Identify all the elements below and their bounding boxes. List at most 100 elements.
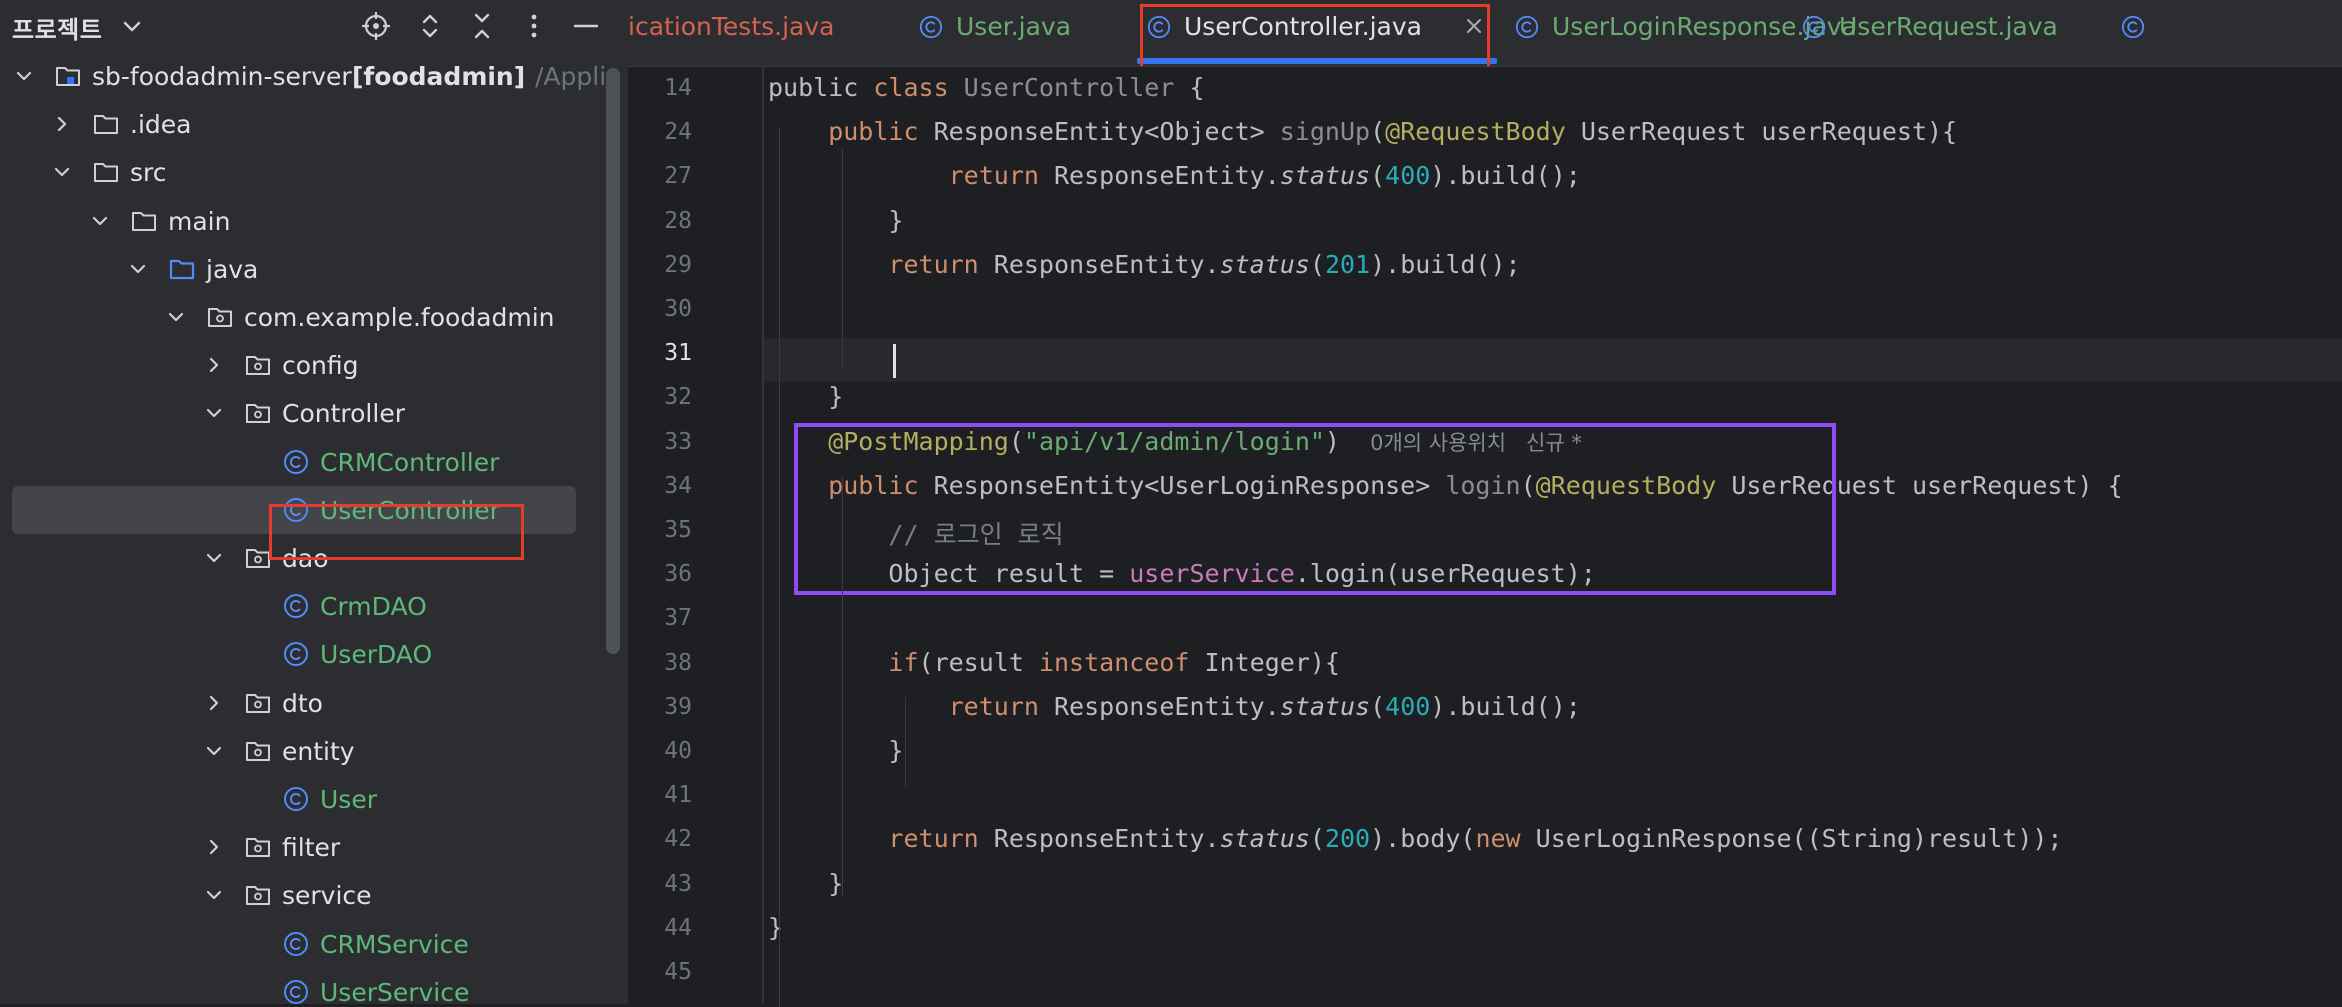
code-token: ResponseEntity<Object> bbox=[933, 117, 1280, 147]
tree-item-crmdao[interactable]: CrmDAO bbox=[12, 582, 576, 630]
tree-item-label: config bbox=[282, 351, 359, 381]
code-line-14[interactable]: public class UserController { bbox=[768, 73, 1205, 102]
tree-item-label: dto bbox=[282, 688, 323, 718]
tree-item-crmcontroller[interactable]: CRMController bbox=[12, 438, 576, 486]
tree-item-label: sb-foodadmin-server bbox=[92, 62, 352, 91]
indent-guide bbox=[842, 477, 843, 897]
class-icon bbox=[282, 930, 310, 958]
tree-item-filter[interactable]: filter bbox=[12, 823, 576, 871]
chevron-right-icon[interactable] bbox=[204, 693, 224, 713]
code-token: ResponseEntity. bbox=[1053, 691, 1280, 721]
folder-icon bbox=[92, 110, 120, 138]
chevron-down-icon[interactable] bbox=[204, 548, 224, 568]
code-token: return bbox=[768, 249, 994, 279]
chevron-down-icon[interactable] bbox=[90, 211, 110, 231]
highlight-box-usercontroller bbox=[269, 504, 524, 560]
line-number: 35 bbox=[664, 517, 692, 543]
chevron-down-icon[interactable] bbox=[204, 885, 224, 905]
chevron-down-icon[interactable] bbox=[128, 259, 148, 279]
project-header: 프로젝트 bbox=[0, 0, 628, 52]
tree-item-sb-foodadmin-server[interactable]: sb-foodadmin-server [foodadmin]/Applic bbox=[12, 52, 620, 100]
project-tool-window: 프로젝트 sb-foodadmin-server [foodadmin]/App… bbox=[0, 0, 628, 1004]
package-icon bbox=[244, 544, 272, 572]
code-line-27[interactable]: return ResponseEntity.status(400).build(… bbox=[768, 161, 1581, 190]
tree-scrollbar[interactable] bbox=[606, 68, 620, 654]
locate-crosshair-icon[interactable] bbox=[360, 10, 392, 42]
package-icon bbox=[244, 737, 272, 765]
code-token: ResponseEntity. bbox=[993, 824, 1220, 854]
highlight-box-login-method bbox=[794, 423, 1836, 595]
code-token: public bbox=[768, 73, 874, 102]
line-number: 34 bbox=[664, 472, 692, 499]
tree-item-user[interactable]: User bbox=[12, 775, 576, 823]
module-name-suffix: [foodadmin] bbox=[352, 62, 526, 91]
code-token: UserRequest userRequest){ bbox=[1565, 117, 1958, 147]
chevron-down-icon[interactable] bbox=[204, 403, 224, 423]
code-token: } bbox=[768, 912, 784, 942]
tree-item-label: com.example.foodadmin bbox=[244, 303, 555, 332]
package-icon bbox=[206, 303, 234, 331]
chevron-right-icon[interactable] bbox=[204, 355, 224, 375]
code-line-28[interactable]: } bbox=[768, 206, 903, 235]
tree-item-crmservice[interactable]: CRMService bbox=[12, 920, 576, 968]
tree-item-service[interactable]: service bbox=[12, 871, 576, 919]
code-token: return bbox=[768, 691, 1054, 721]
code-token: ResponseEntity. bbox=[993, 249, 1220, 279]
chevron-down-icon[interactable] bbox=[166, 307, 186, 327]
tree-item-dto[interactable]: dto bbox=[12, 679, 576, 727]
class-icon bbox=[282, 448, 310, 476]
chevron-right-icon[interactable] bbox=[52, 114, 72, 134]
chevron-down-icon[interactable] bbox=[52, 162, 72, 182]
chevron-right-icon[interactable] bbox=[204, 837, 224, 857]
tree-item-main[interactable]: main bbox=[12, 197, 576, 245]
code-token: ( bbox=[1309, 249, 1325, 279]
code-line-44[interactable]: } bbox=[768, 913, 783, 942]
tree-item-controller[interactable]: Controller bbox=[12, 389, 576, 437]
editor-tab-bar: icationTests.java User.java UserController… bbox=[628, 0, 2342, 67]
class-icon bbox=[1514, 14, 1540, 40]
code-token: (result bbox=[918, 647, 1039, 677]
code-token: new bbox=[1475, 824, 1536, 854]
code-token: UserController bbox=[963, 73, 1175, 102]
code-token: status bbox=[1279, 691, 1371, 721]
tree-item-label: UserDAO bbox=[320, 640, 433, 670]
tree-item-java[interactable]: java bbox=[12, 245, 576, 293]
more-options-icon[interactable] bbox=[518, 10, 550, 42]
tree-item-userservice[interactable]: UserService bbox=[12, 968, 576, 1004]
expand-all-icon[interactable] bbox=[414, 10, 446, 42]
project-title[interactable]: 프로젝트 bbox=[12, 10, 102, 45]
tree-item-config[interactable]: config bbox=[12, 341, 576, 389]
code-token: ( bbox=[1309, 824, 1325, 854]
tree-item-label: java bbox=[206, 254, 259, 284]
code-token: if bbox=[768, 647, 919, 677]
code-line-29[interactable]: return ResponseEntity.status(201).build(… bbox=[768, 249, 1520, 279]
class-icon bbox=[282, 785, 310, 813]
code-line-24[interactable]: public ResponseEntity<Object> signUp(@Re… bbox=[768, 117, 1957, 146]
code-editor[interactable]: 14 24 27 28 29 30 31 32 33 34 35 36 37 38 39 40 41 42 43 44… bbox=[628, 67, 2342, 1007]
tree-item-label: UserService bbox=[320, 977, 470, 1004]
tree-item-com-example-foodadmin[interactable]: com.example.foodadmin bbox=[12, 293, 576, 341]
line-number: 43 bbox=[664, 870, 692, 897]
line-number: 40 bbox=[664, 738, 692, 764]
chevron-down-icon[interactable] bbox=[116, 10, 148, 42]
line-number: 44 bbox=[664, 914, 692, 941]
minimize-icon[interactable] bbox=[570, 10, 602, 42]
tree-item-label: CrmDAO bbox=[320, 592, 427, 622]
tree-item-entity[interactable]: entity bbox=[12, 727, 576, 775]
tab-label: icationTests.java bbox=[628, 12, 835, 41]
code-line-39[interactable]: return ResponseEntity.status(400).build(… bbox=[768, 692, 1581, 721]
tree-item-label: entity bbox=[282, 736, 355, 766]
tree-item-userdao[interactable]: UserDAO bbox=[12, 630, 576, 678]
tree-item-idea[interactable]: .idea bbox=[12, 100, 576, 148]
code-line-40[interactable]: } bbox=[768, 736, 903, 765]
code-line-38[interactable]: if(result instanceof Integer){ bbox=[768, 648, 1340, 677]
code-line-42[interactable]: return ResponseEntity.status(200).body(n… bbox=[768, 824, 2062, 853]
line-number: 14 bbox=[664, 75, 692, 101]
chevron-down-icon[interactable] bbox=[204, 741, 224, 761]
chevron-down-icon[interactable] bbox=[14, 66, 34, 86]
code-token: } bbox=[768, 205, 904, 235]
tree-item-src[interactable]: src bbox=[12, 148, 576, 196]
collapse-all-icon[interactable] bbox=[466, 10, 498, 42]
indent-guide bbox=[842, 149, 843, 369]
code-token: UserLoginResponse((String)result)); bbox=[1535, 824, 2063, 854]
